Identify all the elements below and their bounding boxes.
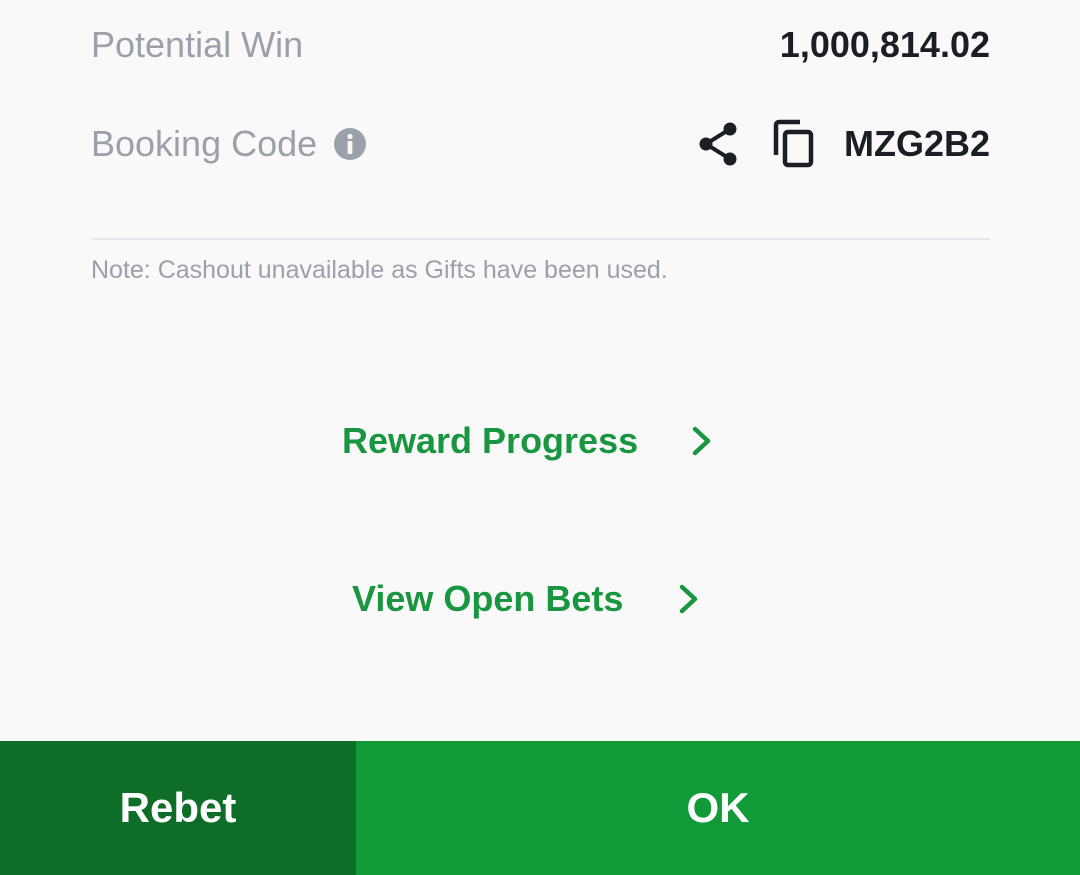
booking-code-actions: MZG2B2 — [696, 119, 990, 169]
rebet-button[interactable]: Rebet — [0, 741, 356, 875]
potential-win-label: Potential Win — [91, 24, 304, 65]
view-open-bets-label: View Open Bets — [352, 578, 624, 619]
divider — [91, 238, 990, 240]
chevron-right-icon — [690, 424, 714, 458]
potential-win-value: 1,000,814.02 — [779, 24, 990, 65]
booking-code-value[interactable]: MZG2B2 — [844, 123, 990, 165]
info-icon[interactable] — [333, 127, 367, 161]
copy-icon[interactable] — [770, 119, 816, 169]
reward-progress-link[interactable]: Reward Progress — [342, 416, 714, 466]
booking-code-row: Booking Code MZG2B2 — [91, 116, 990, 172]
cashout-note: Note: Cashout unavailable as Gifts have … — [91, 256, 668, 284]
chevron-right-icon — [677, 582, 701, 616]
reward-progress-label: Reward Progress — [342, 420, 639, 461]
view-open-bets-link[interactable]: View Open Bets — [352, 574, 701, 624]
booking-code-label: Booking Code — [91, 123, 318, 164]
ok-button[interactable]: OK — [356, 741, 1080, 875]
share-icon[interactable] — [696, 120, 740, 168]
booking-code-label-group: Booking Code — [91, 123, 367, 165]
potential-win-row: Potential Win 1,000,814.02 — [91, 20, 990, 70]
